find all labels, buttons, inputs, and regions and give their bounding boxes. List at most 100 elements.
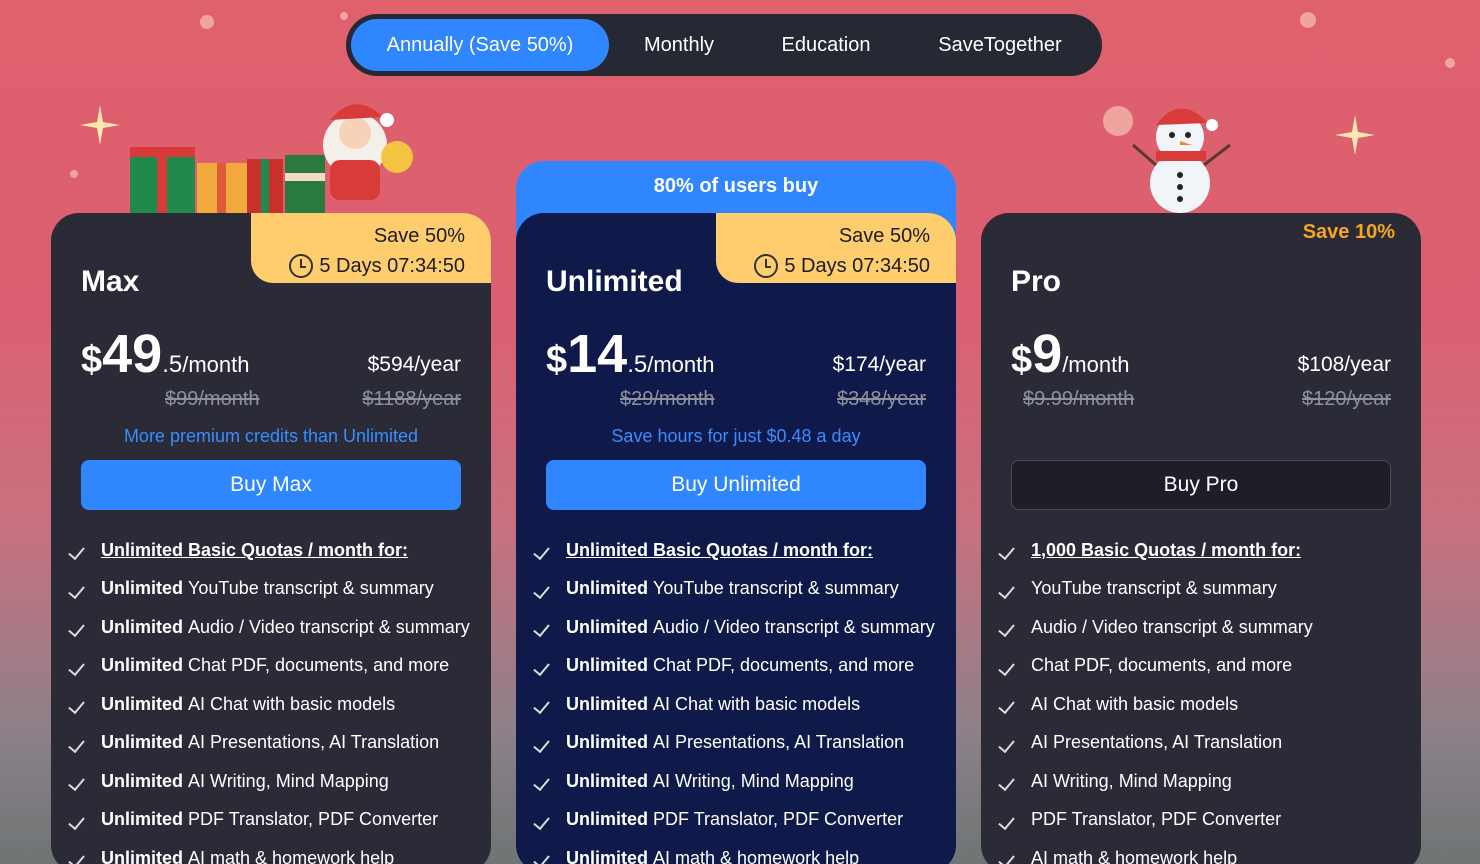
feature-text: AI Presentations, AI Translation [188,732,440,753]
tab-annually[interactable]: Annually (Save 50%) [351,19,609,71]
price-currency: $ [546,339,568,381]
feature-text: AI Writing, Mind Mapping [1031,770,1232,791]
save-percent: Save 50% [373,225,465,247]
price-integer: 9 [1032,324,1063,384]
plan-name: Unlimited [546,265,683,298]
feature-text[interactable]: Unlimited Basic Quotas / month for: [101,540,408,561]
plan-price: $ 9 /month [1011,323,1129,385]
feature-text: AI Writing, Mind Mapping [653,770,854,791]
feature-bold-prefix: Unlimited [566,693,649,714]
feature-text: AI Presentations, AI Translation [1031,732,1283,753]
feature-item: Unlimited AI math & homework help [69,839,470,864]
feature-item: YouTube transcript & summary [999,570,1313,609]
feature-list: 1,000 Basic Quotas / month for: YouTube t… [999,531,1313,864]
plan-name: Max [81,265,140,298]
original-yearly-price: $348/year [837,388,926,410]
feature-text: AI math & homework help [188,847,395,864]
snow-dot [1445,58,1455,68]
feature-bold-prefix: Unlimited [101,847,184,864]
feature-item: Unlimited AI Chat with basic models [534,685,935,724]
feature-bold-prefix: Unlimited [566,809,649,830]
feature-text: Chat PDF, documents, and more [653,655,915,676]
feature-item: Unlimited AI Presentations, AI Translatio… [69,724,470,763]
checkmark-icon [999,813,1021,827]
yearly-price: $108/year [1297,353,1391,376]
tab-education[interactable]: Education [749,19,903,71]
checkmark-icon [999,543,1021,557]
feature-bold-prefix: Unlimited [101,578,184,599]
feature-text: Chat PDF, documents, and more [1031,655,1293,676]
feature-bold-prefix: Unlimited [101,732,184,753]
feature-text: AI Chat with basic models [188,693,396,714]
feature-text: AI math & homework help [653,847,860,864]
plan-name: Pro [1011,265,1062,298]
plan-price: $ 14 .5 /month [546,323,715,385]
snow-dot [1300,12,1316,28]
feature-item: Unlimited Chat PDF, documents, and more [69,647,470,686]
feature-bold-prefix: Unlimited [566,847,649,864]
feature-bold-prefix: Unlimited [101,770,184,791]
feature-text: Audio / Video transcript & summary [653,616,935,637]
buy-max-button[interactable]: Buy Max [81,460,461,510]
price-currency: $ [1011,339,1033,381]
buy-pro-button[interactable]: Buy Pro [1011,460,1391,510]
plan-price: $ 49 .5 /month [81,323,250,385]
price-decimal: .5 [162,351,183,378]
feature-item: Unlimited YouTube transcript & summary [69,570,470,609]
plan-card-max: Save 50% 5 Days 07:34:50 Max $ 49 .5 /mo… [51,213,491,864]
feature-text: AI math & homework help [1031,847,1238,864]
sparkle-icon [1335,115,1375,155]
feature-item: AI Writing, Mind Mapping [999,762,1313,801]
feature-item: Unlimited Audio / Video transcript & summ… [69,608,470,647]
feature-text[interactable]: Unlimited Basic Quotas / month for: [566,540,873,561]
buy-unlimited-button[interactable]: Buy Unlimited [546,460,926,510]
feature-text: YouTube transcript & summary [653,578,899,599]
checkmark-icon [534,582,556,596]
feature-text: YouTube transcript & summary [188,578,434,599]
original-monthly-price: $29/month [620,388,715,410]
checkmark-icon [69,620,91,634]
feature-bold-prefix: Unlimited [566,655,649,676]
feature-list: Unlimited Basic Quotas / month for: Unlim… [69,531,470,864]
feature-bold-prefix: Unlimited [566,616,649,637]
price-integer: 14 [567,324,628,384]
feature-item: PDF Translator, PDF Converter [999,801,1313,840]
sparkle-icon [80,105,120,145]
checkmark-icon [534,543,556,557]
feature-text: AI Writing, Mind Mapping [188,770,389,791]
feature-item: AI Chat with basic models [999,685,1313,724]
snow-dot [340,12,348,20]
checkmark-icon [69,774,91,788]
save-percent: Save 50% [838,225,930,247]
feature-item: Unlimited YouTube transcript & summary [534,570,935,609]
christmas-gifts-santa-illustration [130,104,413,213]
checkmark-icon [534,851,556,864]
feature-text: Chat PDF, documents, and more [188,655,450,676]
price-period: /month [1062,352,1130,377]
checkmark-icon [534,813,556,827]
feature-bold-prefix: Unlimited [101,693,184,714]
feature-text[interactable]: 1,000 Basic Quotas / month for: [1031,540,1301,561]
feature-bold-prefix: Unlimited [566,578,649,599]
feature-bold-prefix: Unlimited [101,655,184,676]
checkmark-icon [534,620,556,634]
checkmark-icon [999,851,1021,864]
feature-item: AI Presentations, AI Translation [999,724,1313,763]
original-monthly-price: $99/month [165,388,260,410]
checkmark-icon [999,736,1021,750]
plan-card-pro: Save 10% Pro $ 9 /month $108/year $9.99/… [981,213,1421,864]
clock-icon [754,254,779,278]
feature-text: AI Chat with basic models [653,693,861,714]
feature-item: Unlimited AI Writing, Mind Mapping [69,762,470,801]
tab-monthly[interactable]: Monthly [609,19,749,71]
plan-tagline: Save hours for just $0.48 a day [611,426,861,446]
feature-item: Unlimited AI math & homework help [534,839,935,864]
checkmark-icon [69,582,91,596]
feature-bold-prefix: Unlimited [101,809,184,830]
feature-text: Audio / Video transcript & summary [1031,616,1313,637]
checkmark-icon [999,697,1021,711]
checkmark-icon [69,851,91,864]
tab-savetogether[interactable]: SaveTogether [903,19,1097,71]
checkmark-icon [534,736,556,750]
price-integer: 49 [102,324,163,384]
